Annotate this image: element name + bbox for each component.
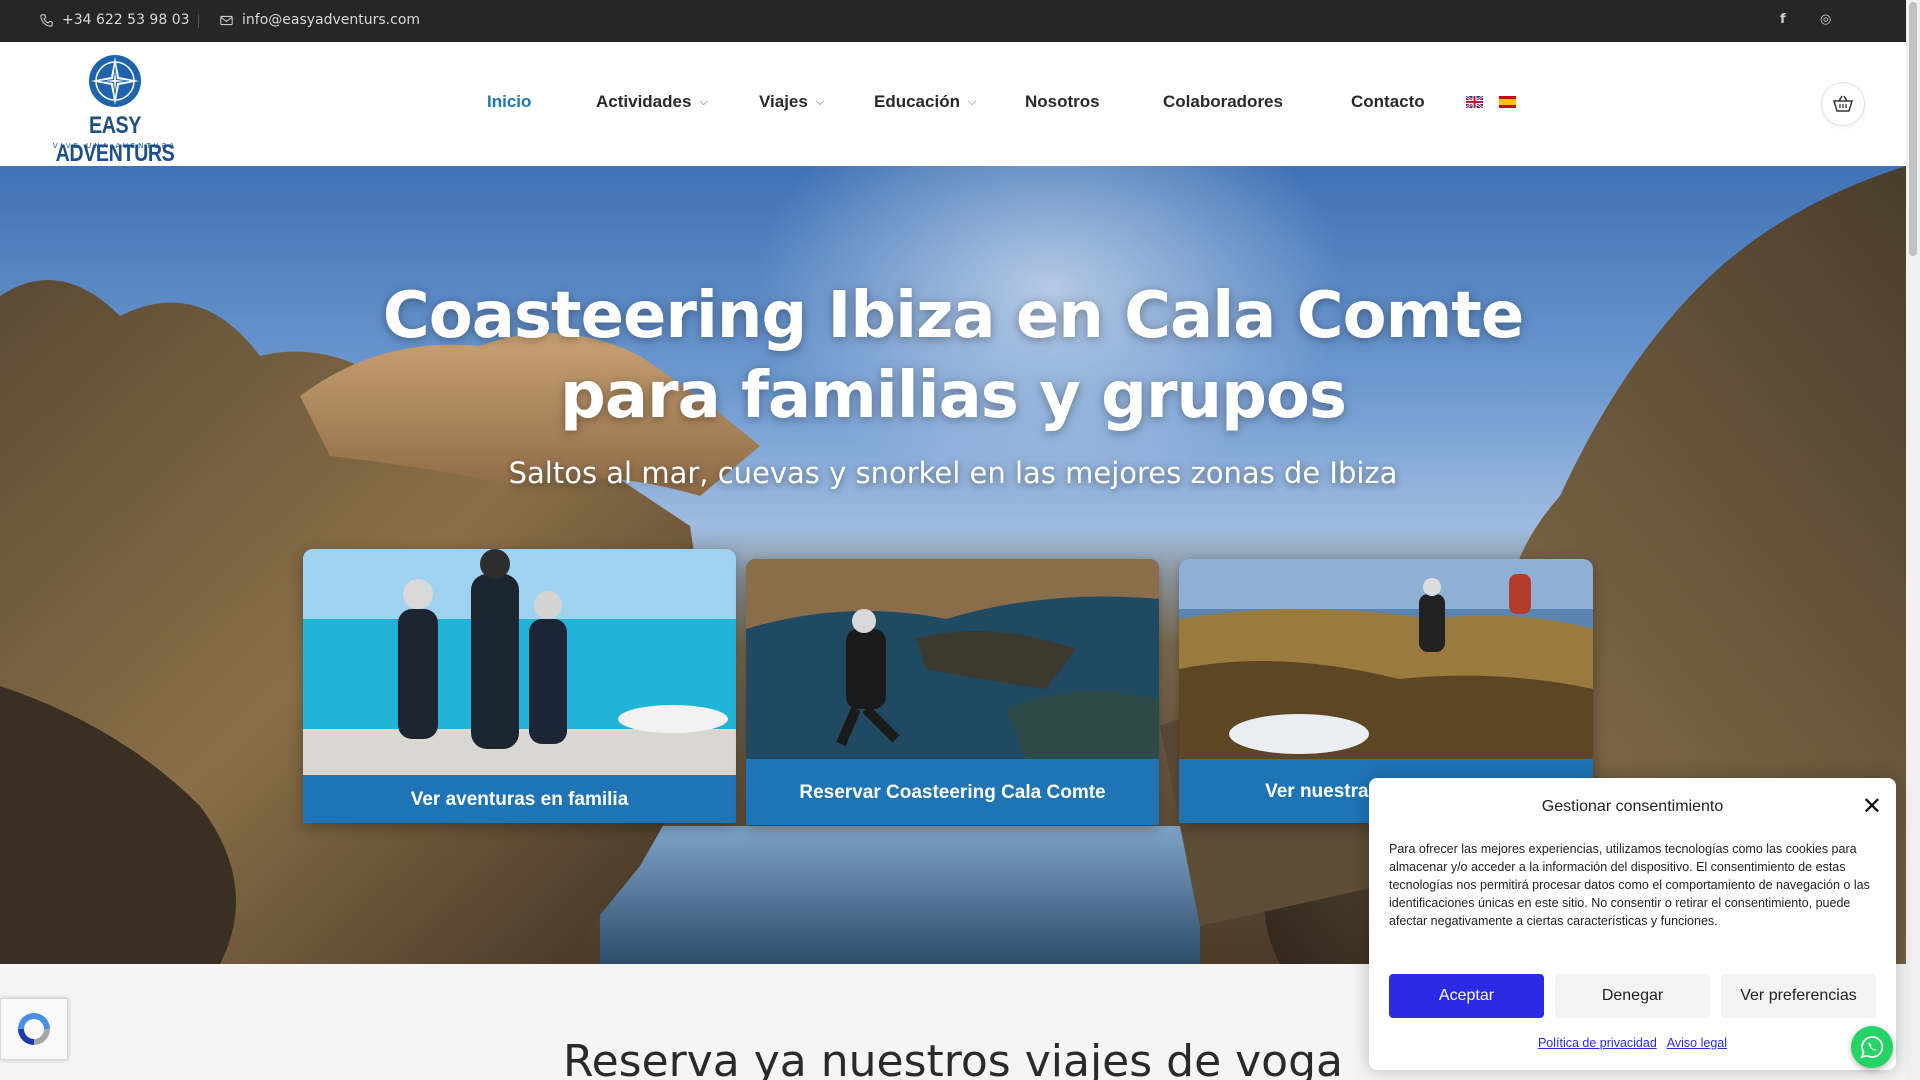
compass-star-icon [89, 55, 141, 107]
mail-icon [220, 15, 233, 25]
instagram-icon[interactable]: ◎ [1820, 12, 1831, 27]
nav-contacto[interactable]: Contacto [1351, 92, 1425, 112]
recaptcha-badge[interactable] [0, 998, 68, 1060]
cart-button[interactable] [1821, 82, 1865, 126]
phone-icon [40, 13, 53, 27]
nav-viajes[interactable]: Viajes ⌵ [759, 92, 824, 112]
close-icon[interactable]: ✕ [1862, 794, 1882, 818]
legal-notice-link[interactable]: Aviso legal [1667, 1036, 1727, 1050]
page-scrollbar[interactable] [1906, 0, 1920, 1080]
chevron-down-icon: ⌵ [815, 95, 825, 108]
card-button[interactable]: Ver aventuras en familia [303, 775, 736, 823]
cookie-description: Para ofrecer las mejores experiencias, u… [1389, 842, 1870, 928]
cookie-consent-panel: Gestionar consentimiento ✕ Para ofrecer … [1369, 778, 1896, 1070]
whatsapp-icon [1860, 1036, 1884, 1059]
card-book-coasteering[interactable]: Reservar Coasteering Cala Comte [746, 559, 1159, 825]
email-contact[interactable]: info@easyadventurs.com [220, 12, 420, 28]
nav-actividades[interactable]: Actividades ⌵ [596, 92, 708, 112]
main-header: EASY ADVENTURS VIVE UNA AVENTURA Inicio … [0, 42, 1906, 167]
top-bar: +34 622 53 98 03 info@easyadventurs.com … [0, 0, 1906, 42]
nav-label: Educación [874, 92, 960, 111]
chevron-down-icon: ⌵ [967, 95, 977, 108]
card-family-adventures[interactable]: Ver aventuras en familia [303, 549, 736, 823]
nav-label: Colaboradores [1163, 92, 1283, 111]
preferences-button[interactable]: Ver preferencias [1721, 974, 1876, 1018]
coasteering-photo [746, 559, 1159, 759]
card-button[interactable]: Reservar Coasteering Cala Comte [746, 759, 1159, 825]
phone-contact[interactable]: +34 622 53 98 03 [40, 12, 190, 28]
nav-colaboradores[interactable]: Colaboradores [1163, 92, 1283, 112]
email-address: info@easyadventurs.com [242, 12, 421, 28]
en-flag-icon[interactable] [1466, 96, 1483, 108]
nav-inicio[interactable]: Inicio [487, 92, 531, 112]
cookie-title: Gestionar consentimiento [1541, 798, 1724, 815]
recaptcha-icon [18, 1013, 50, 1045]
logo-brand-text: EASY ADVENTURS [55, 112, 175, 167]
accept-button[interactable]: Aceptar [1389, 974, 1544, 1018]
nav-label: Nosotros [1025, 92, 1100, 111]
nav-educacion[interactable]: Educación ⌵ [874, 92, 976, 112]
facebook-icon[interactable]: f [1780, 12, 1786, 27]
deny-button[interactable]: Denegar [1555, 974, 1710, 1018]
family-photo [303, 549, 736, 775]
nav-label: Viajes [759, 92, 808, 111]
nav-label: Actividades [596, 92, 692, 111]
routes-photo [1179, 559, 1593, 759]
nav-label: Inicio [487, 92, 532, 111]
site-logo[interactable]: EASY ADVENTURS VIVE UNA AVENTURA [40, 52, 190, 167]
chevron-down-icon: ⌵ [699, 95, 708, 108]
privacy-policy-link[interactable]: Política de privacidad [1538, 1036, 1657, 1050]
hero-subtitle: Saltos al mar, cuevas y snorkel en las m… [508, 456, 1398, 490]
whatsapp-button[interactable] [1851, 1026, 1893, 1068]
scrollbar-thumb[interactable] [1909, 2, 1917, 256]
logo-tagline: VIVE UNA AVENTURA [52, 142, 178, 150]
phone-number: +34 622 53 98 03 [62, 12, 190, 28]
es-flag-icon[interactable] [1499, 96, 1516, 108]
nav-label: Contacto [1351, 92, 1425, 111]
nav-nosotros[interactable]: Nosotros [1025, 92, 1100, 112]
hero-title: Coasteering Ibiza en Cala Comte para fam… [382, 279, 1525, 433]
cookie-links: Política de privacidad Aviso legal [1369, 1036, 1896, 1050]
topbar-divider [198, 14, 199, 28]
basket-icon [1833, 95, 1853, 112]
